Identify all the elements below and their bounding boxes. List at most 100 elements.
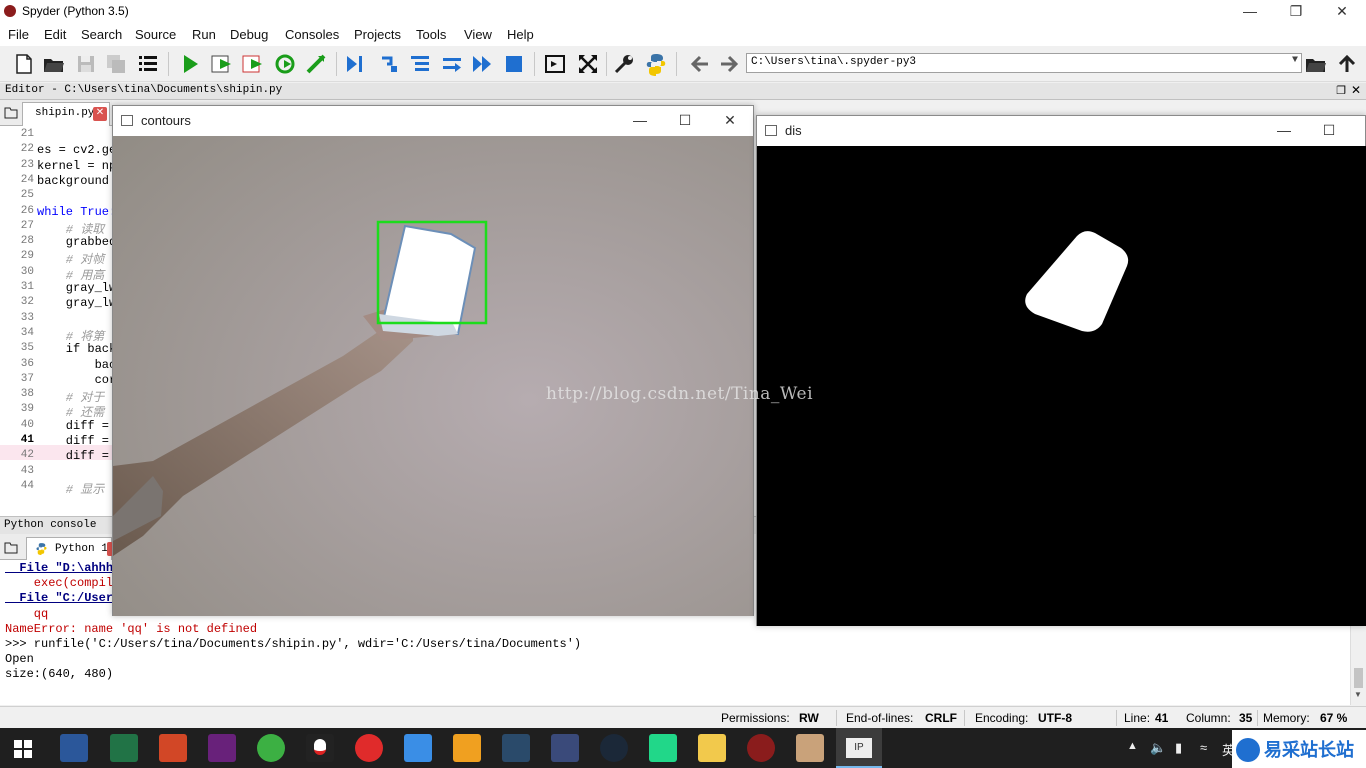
minimize-button[interactable]: — <box>1227 0 1273 24</box>
browse-tabs-folder-icon[interactable] <box>4 107 18 119</box>
continue-icon[interactable] <box>470 52 494 76</box>
menu-tools[interactable]: Tools <box>416 27 446 42</box>
step-into-icon[interactable] <box>408 52 432 76</box>
contours-close-button[interactable]: ✕ <box>715 109 745 131</box>
line-number: 32 <box>20 296 34 309</box>
word-icon[interactable] <box>60 734 88 762</box>
parent-directory-icon[interactable] <box>1335 52 1359 76</box>
menu-source[interactable]: Source <box>135 27 176 42</box>
satellite-icon[interactable] <box>502 734 530 762</box>
close-button[interactable]: ✕ <box>1319 0 1365 24</box>
python-path-icon[interactable] <box>644 52 668 76</box>
chevron-down-icon[interactable]: ▼ <box>1292 55 1298 66</box>
rerun-icon[interactable] <box>273 52 297 76</box>
working-directory-combo[interactable]: C:\Users\tina\.spyder-py3 ▼ <box>746 53 1302 73</box>
run-icon[interactable] <box>178 52 202 76</box>
battery-icon[interactable]: ▮ <box>1175 740 1182 756</box>
code-line: while True: <box>37 204 117 219</box>
maximize-pane-icon[interactable] <box>543 52 567 76</box>
dis-title-bar[interactable]: dis — ☐ <box>757 116 1365 146</box>
matlab-icon[interactable] <box>551 734 579 762</box>
steam-icon[interactable] <box>600 734 628 762</box>
close-pane-icon[interactable]: ✕ <box>1351 83 1361 98</box>
run-cell-advance-icon[interactable] <box>241 52 265 76</box>
code-line: gray_lw <box>37 296 117 311</box>
preferences-wrench-icon[interactable] <box>612 52 636 76</box>
line-number: 39 <box>20 403 34 416</box>
menu-file[interactable]: File <box>8 27 29 42</box>
spyder-taskbar-icon[interactable] <box>747 734 775 762</box>
file-explorer-icon[interactable] <box>698 734 726 762</box>
browser-icon[interactable] <box>257 734 285 762</box>
tab-shipin-py[interactable]: shipin.py ✕ <box>22 102 110 126</box>
line-number: 34 <box>20 326 34 339</box>
console-line: >>> runfile('C:/Users/tina/Documents/shi… <box>5 637 582 651</box>
line-number: 28 <box>20 235 34 248</box>
forward-arrow-icon[interactable] <box>717 52 741 76</box>
column-value: 35 <box>1239 711 1253 725</box>
ipython-taskbar-button[interactable]: IP <box>836 728 882 768</box>
dis-minimize-button[interactable]: — <box>1269 119 1299 141</box>
console-line: size:(640, 480) <box>5 667 114 682</box>
contours-maximize-button[interactable]: ☐ <box>670 109 700 131</box>
browse-directory-icon[interactable] <box>1304 52 1328 76</box>
webcam-frame-image <box>113 136 753 616</box>
window-icon <box>765 125 777 136</box>
line-number: 25 <box>20 189 34 202</box>
volume-icon[interactable]: 🔈 <box>1150 740 1166 756</box>
step-icon[interactable] <box>377 52 401 76</box>
scrollbar-thumb[interactable] <box>1354 668 1363 688</box>
wifi-icon[interactable]: ≈ <box>1200 740 1207 755</box>
pycharm-icon[interactable] <box>649 734 677 762</box>
menu-debug[interactable]: Debug <box>230 27 268 42</box>
close-tab-icon[interactable]: ✕ <box>93 107 107 121</box>
back-arrow-icon[interactable] <box>688 52 712 76</box>
image-viewer-icon[interactable] <box>796 734 824 762</box>
menu-search[interactable]: Search <box>81 27 122 42</box>
window-icon <box>121 115 133 126</box>
csdn-watermark: http://blog.csdn.net/Tina_Wei <box>546 384 814 404</box>
dis-window[interactable]: dis — ☐ <box>756 115 1366 626</box>
run-cell-icon[interactable] <box>210 52 234 76</box>
feishu-icon[interactable] <box>404 734 432 762</box>
powerpoint-icon[interactable] <box>159 734 187 762</box>
save-all-icon[interactable] <box>104 52 128 76</box>
code-editor[interactable]: 21 22 es = cv2.ge 23 kernel = np 24 background… <box>0 126 116 516</box>
undock-icon[interactable]: ❐ <box>1336 84 1346 98</box>
visual-studio-icon[interactable] <box>208 734 236 762</box>
restore-button[interactable]: ❐ <box>1273 0 1319 24</box>
menu-projects[interactable]: Projects <box>354 27 401 42</box>
netease-music-icon[interactable] <box>355 734 383 762</box>
windows-start-icon[interactable] <box>14 740 32 758</box>
save-icon[interactable] <box>74 52 98 76</box>
code-line: grabbed <box>37 235 117 250</box>
menu-edit[interactable]: Edit <box>44 27 66 42</box>
tray-expand-icon[interactable]: ▲ <box>1127 740 1138 752</box>
browse-tabs-icon[interactable] <box>136 52 160 76</box>
qq-icon[interactable] <box>306 734 334 762</box>
contours-window[interactable]: contours — ☐ ✕ <box>112 105 754 616</box>
contours-minimize-button[interactable]: — <box>625 109 655 131</box>
menu-help[interactable]: Help <box>507 27 534 42</box>
contours-title-bar[interactable]: contours — ☐ ✕ <box>113 106 753 136</box>
dis-maximize-button[interactable]: ☐ <box>1314 119 1344 141</box>
menu-run[interactable]: Run <box>192 27 216 42</box>
fullscreen-icon[interactable] <box>576 52 600 76</box>
scroll-down-icon[interactable]: ▼ <box>1354 690 1362 699</box>
open-folder-icon[interactable] <box>42 52 66 76</box>
app-icon[interactable] <box>453 734 481 762</box>
excel-icon[interactable] <box>110 734 138 762</box>
menu-consoles[interactable]: Consoles <box>285 27 339 42</box>
tab-python-1[interactable]: Python 1 <box>26 537 113 560</box>
stop-icon[interactable] <box>502 52 526 76</box>
new-file-icon[interactable] <box>12 52 36 76</box>
dis-window-title: dis <box>785 123 802 138</box>
line-label: Line: <box>1124 711 1151 725</box>
step-return-icon[interactable] <box>440 52 464 76</box>
line-number: 36 <box>20 357 34 370</box>
browse-consoles-folder-icon[interactable] <box>4 542 18 554</box>
debug-icon[interactable] <box>343 52 367 76</box>
run-selection-icon[interactable] <box>304 52 328 76</box>
contours-window-title: contours <box>141 113 191 128</box>
menu-view[interactable]: View <box>464 27 492 42</box>
